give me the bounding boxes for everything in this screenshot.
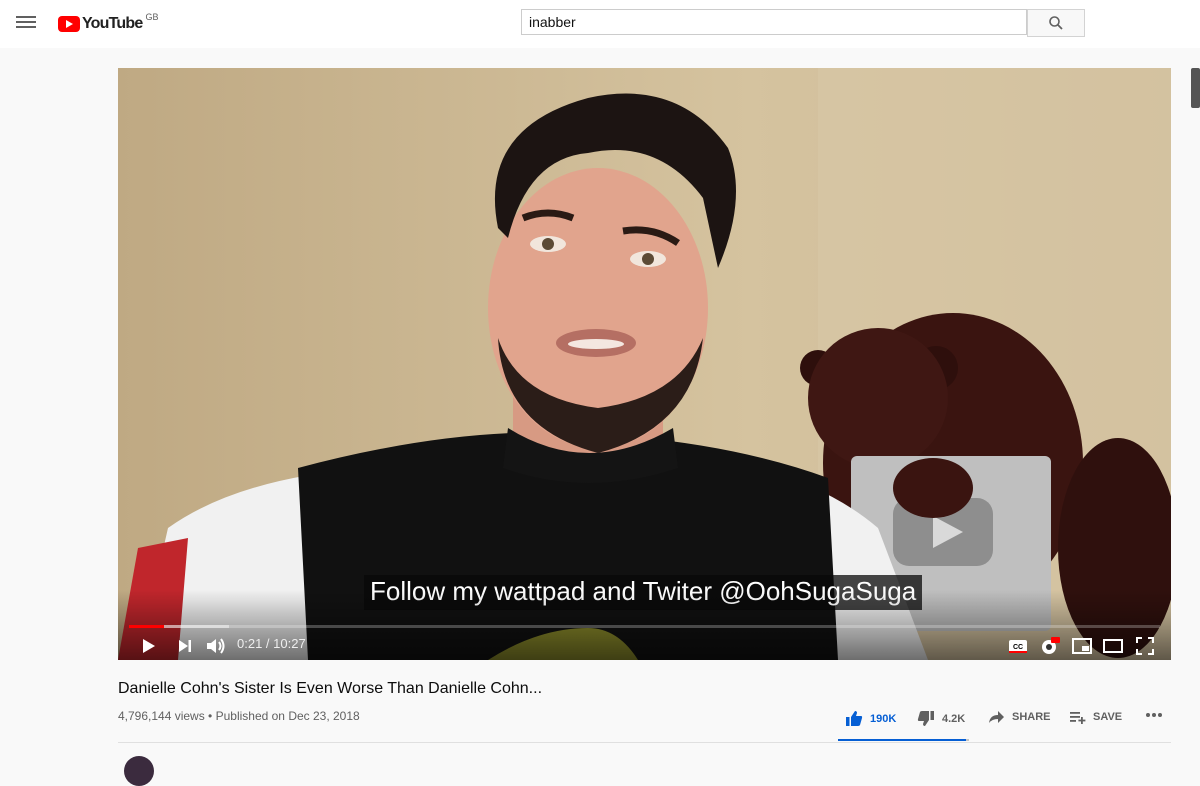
save-label: SAVE: [1093, 711, 1123, 723]
fullscreen-button[interactable]: [1133, 634, 1157, 658]
progress-bar[interactable]: [129, 625, 1160, 628]
menu-icon[interactable]: [16, 14, 36, 34]
share-button[interactable]: SHARE: [988, 710, 1051, 724]
progress-played: [129, 625, 164, 628]
thumbs-up-icon: [846, 711, 863, 726]
like-count: 190K: [870, 712, 897, 725]
share-icon: [989, 711, 1004, 723]
next-icon: [179, 640, 191, 652]
theater-mode-button[interactable]: [1101, 634, 1125, 658]
sentiment-like-fill: [838, 739, 967, 741]
logo-text: YouTube: [82, 15, 143, 32]
miniplayer-icon: [1072, 638, 1092, 654]
cc-icon: CC: [1009, 640, 1027, 653]
svg-text:CC: CC: [1013, 644, 1023, 651]
video-player[interactable]: Follow my wattpad and Twiter @OohSugaSug…: [118, 68, 1171, 660]
like-button[interactable]: 190K: [845, 710, 896, 727]
video-title: Danielle Cohn's Sister Is Even Worse Tha…: [118, 680, 543, 697]
share-label: SHARE: [1012, 711, 1051, 723]
divider: [118, 742, 1171, 743]
subtitles-button[interactable]: CC: [1006, 634, 1030, 658]
region-code: GB: [145, 12, 159, 22]
fullscreen-icon: [1136, 637, 1154, 655]
theater-icon: [1103, 639, 1123, 653]
volume-button[interactable]: [204, 634, 228, 658]
page-scrollbar[interactable]: [1191, 68, 1200, 108]
play-icon: [143, 639, 155, 653]
save-button[interactable]: SAVE: [1069, 710, 1122, 724]
search-button[interactable]: [1027, 9, 1085, 37]
playlist-add-icon: [1070, 712, 1086, 724]
dislike-button[interactable]: 4.2K: [917, 710, 965, 727]
time-display: 0:21 / 10:27: [237, 636, 306, 651]
youtube-play-icon: [58, 16, 80, 32]
play-button[interactable]: [138, 634, 160, 658]
search-input[interactable]: inabber: [521, 9, 1027, 35]
more-actions-button[interactable]: [1145, 712, 1163, 718]
search-icon: [1049, 16, 1063, 30]
next-button[interactable]: [174, 634, 196, 658]
video-meta: 4,796,144 views • Published on Dec 23, 2…: [118, 709, 360, 723]
dislike-count: 4.2K: [942, 712, 966, 725]
more-horiz-icon: [1146, 713, 1162, 717]
volume-icon: [207, 638, 225, 654]
masthead: YouTube GB inabber: [0, 0, 1200, 48]
miniplayer-button[interactable]: [1070, 634, 1094, 658]
settings-button[interactable]: [1038, 634, 1062, 658]
settings-hd-icon: [1042, 637, 1060, 654]
video-frame: [118, 68, 1171, 660]
sentiment-bar: [838, 739, 969, 741]
thumbs-down-icon: [917, 711, 934, 726]
youtube-logo[interactable]: YouTube GB: [58, 12, 158, 36]
